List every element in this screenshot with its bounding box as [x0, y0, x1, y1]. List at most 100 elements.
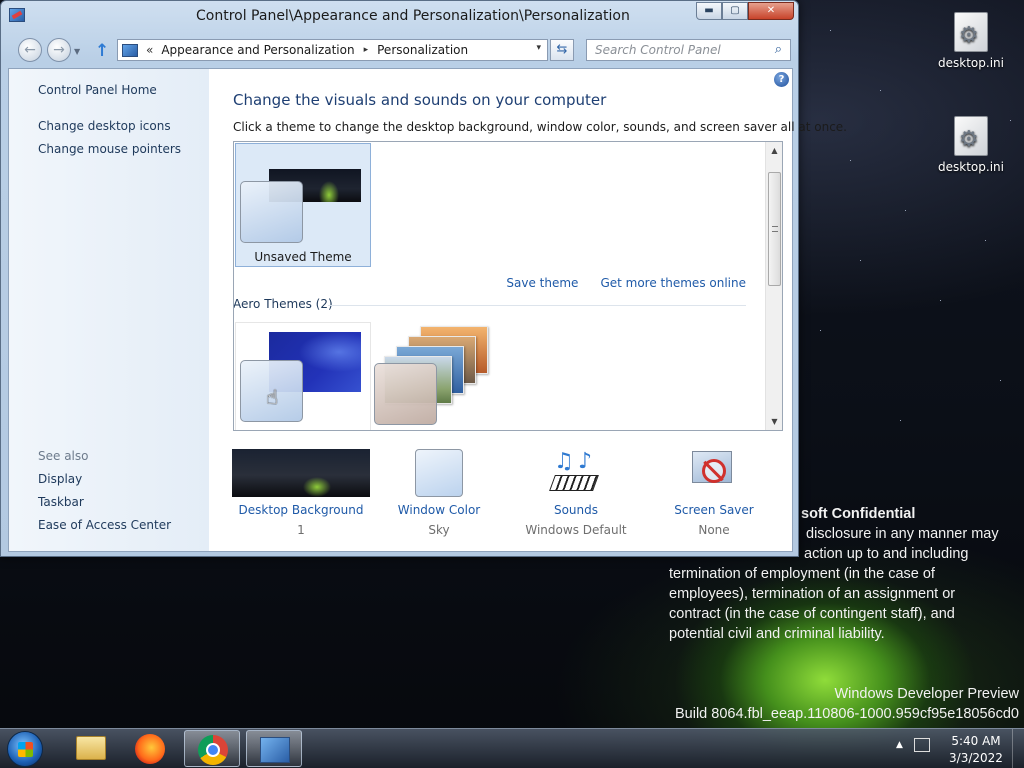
address-bar[interactable]: « Appearance and Personalization ▸ Perso… [117, 39, 548, 61]
clock[interactable]: 5:40 AM 3/3/2022 [946, 733, 1006, 767]
theme-links: Save theme Get more themes online [506, 276, 746, 290]
window-color-value: Sky [428, 523, 450, 537]
clock-time: 5:40 AM [951, 734, 1001, 748]
display-link[interactable]: Display [38, 472, 82, 486]
control-panel-home-link[interactable]: Control Panel Home [38, 83, 157, 97]
settings-file-icon [954, 12, 988, 52]
sounds-label[interactable]: Sounds [521, 503, 631, 517]
title-bar[interactable]: Control Panel\Appearance and Personaliza… [1, 1, 798, 31]
window-color-setting[interactable]: Window Color Sky [395, 449, 483, 537]
maximize-button[interactable]: ▢ [722, 2, 748, 20]
taskbar: ▲ 5:40 AM 3/3/2022 [0, 728, 1024, 768]
music-notes-piano-icon: ♫ ♪ [549, 449, 602, 497]
back-button[interactable]: ← [18, 38, 42, 62]
screen-saver-setting[interactable]: Screen Saver None [669, 449, 759, 537]
main-pane: ? Change the visuals and sounds on your … [209, 69, 847, 551]
settings-file-icon [954, 116, 988, 156]
desktop-background-label[interactable]: Desktop Background [232, 503, 370, 517]
window-color-swatch-icon [415, 449, 463, 497]
ease-of-access-link[interactable]: Ease of Access Center [38, 518, 171, 532]
address-dropdown-icon[interactable]: ▾ [536, 43, 541, 53]
desktop-icon-label: desktop.ini [938, 56, 1004, 70]
see-also-label: See also [38, 449, 89, 463]
theme-name: Unsaved Theme [254, 250, 352, 264]
page-description: Click a theme to change the desktop back… [233, 120, 847, 134]
personalization-window[interactable]: Control Panel\Appearance and Personaliza… [0, 0, 847, 557]
change-mouse-pointers-link[interactable]: Change mouse pointers [38, 142, 181, 156]
clock-date: 3/3/2022 [949, 751, 1003, 765]
control-panel-icon [122, 43, 138, 57]
show-hidden-icons-icon[interactable]: ▲ [896, 740, 903, 750]
client-area: Control Panel Home Change desktop icons … [8, 68, 847, 552]
scroll-down-icon[interactable]: ▼ [766, 413, 782, 430]
window-color-swatch [374, 363, 437, 425]
breadcrumb-separator-icon[interactable]: ▸ [364, 45, 369, 55]
sounds-value: Windows Default [525, 523, 627, 537]
taskbar-windows-explorer[interactable] [62, 730, 118, 767]
close-button[interactable]: ✕ [748, 2, 794, 20]
taskbar-chrome[interactable] [184, 730, 240, 767]
firefox-icon [135, 734, 165, 764]
network-icon[interactable] [914, 738, 930, 752]
help-icon[interactable]: ? [774, 72, 789, 87]
theme-landscapes[interactable] [374, 326, 504, 426]
window-color-label[interactable]: Window Color [395, 503, 483, 517]
search-icon[interactable]: ⌕ [775, 42, 782, 57]
get-more-themes-link[interactable]: Get more themes online [600, 276, 746, 290]
desktop-file-icon[interactable]: desktop.ini [936, 12, 1006, 70]
desktop-file-icon[interactable]: desktop.ini [936, 116, 1006, 174]
chevron-double-left-icon[interactable]: « [146, 43, 153, 57]
recent-pages-dropdown-icon[interactable]: ▼ [74, 47, 80, 56]
desktop-icon-label: desktop.ini [938, 160, 1004, 174]
desktop-background-value: 1 [297, 523, 305, 537]
confidential-line: contract (in the case of contingent staf… [669, 606, 955, 622]
search-placeholder: Search Control Panel [595, 43, 721, 57]
confidential-line: termination of employment (in the case o… [669, 566, 935, 582]
chrome-icon [198, 735, 228, 765]
aero-themes-group-label: Aero Themes (2) [233, 297, 333, 311]
taskbar-control-panel[interactable] [246, 730, 302, 767]
taskbar-link[interactable]: Taskbar [38, 495, 84, 509]
folder-icon [76, 736, 106, 760]
control-panel-icon[interactable] [9, 8, 25, 22]
page-title: Change the visuals and sounds on your co… [233, 91, 607, 109]
navigation-bar: ← → ▼ ↑ « Appearance and Personalization… [1, 35, 798, 65]
window-title: Control Panel\Appearance and Personaliza… [196, 8, 630, 24]
control-panel-icon [260, 737, 290, 763]
desktop-background-setting[interactable]: Desktop Background 1 [232, 449, 370, 537]
start-button[interactable] [7, 731, 43, 767]
watermark-line: Build 8064.fbl_eeap.110806-1000.959cf95e… [674, 706, 1019, 722]
build-watermark: Windows Developer Preview Build 8064.fbl… [675, 684, 1019, 724]
theme-list[interactable]: Unsaved Theme Save theme Get more themes… [233, 141, 783, 431]
theme-list-scrollbar[interactable]: ▲ ▼ [765, 142, 782, 430]
taskbar-firefox[interactable] [122, 730, 178, 767]
save-theme-link[interactable]: Save theme [506, 276, 578, 290]
show-desktop-button[interactable] [1012, 729, 1024, 768]
theme-windows[interactable] [235, 322, 371, 430]
watermark-line: Windows Developer Preview [834, 686, 1019, 702]
sounds-setting[interactable]: ♫ ♪ Sounds Windows Default [521, 449, 631, 537]
scroll-grip-icon [772, 226, 778, 232]
search-input[interactable]: Search Control Panel ⌕ [586, 39, 791, 61]
confidential-line: potential civil and criminal liability. [669, 626, 885, 642]
forward-button[interactable]: → [47, 38, 71, 62]
breadcrumb-appearance[interactable]: Appearance and Personalization [161, 43, 354, 57]
change-desktop-icons-link[interactable]: Change desktop icons [38, 119, 171, 133]
desktop-background-thumbnail [232, 449, 370, 497]
hand-pointer-icon: ☝ [266, 385, 279, 409]
up-arrow-icon[interactable]: ↑ [95, 41, 109, 61]
scroll-thumb[interactable] [768, 172, 781, 286]
caption-buttons: ▬ ▢ ✕ [696, 2, 794, 20]
minimize-button[interactable]: ▬ [696, 2, 722, 20]
scroll-up-icon[interactable]: ▲ [766, 142, 782, 159]
refresh-button[interactable]: ⇆ [550, 39, 574, 61]
theme-unsaved[interactable]: Unsaved Theme [235, 143, 371, 267]
window-color-swatch [240, 181, 303, 243]
screen-saver-label[interactable]: Screen Saver [669, 503, 759, 517]
task-pane: Control Panel Home Change desktop icons … [9, 69, 209, 551]
group-divider [328, 305, 746, 306]
breadcrumb-personalization[interactable]: Personalization [377, 43, 468, 57]
screen-saver-value: None [698, 523, 730, 537]
screen-saver-disabled-icon [690, 449, 738, 497]
confidential-line: employees), termination of an assignment… [669, 586, 956, 602]
